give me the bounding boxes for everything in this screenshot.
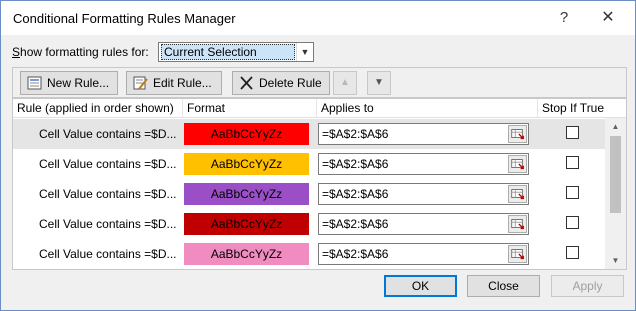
show-rules-label: Show formatting rules for: bbox=[12, 45, 149, 59]
rules-list-header: Rule (applied in order shown) Format App… bbox=[13, 99, 626, 118]
rules-toolbar: New Rule... Edit Rule... Delete Rule ▲ ▼ bbox=[12, 67, 627, 98]
range-selector-icon[interactable] bbox=[508, 215, 527, 233]
applies-to-field[interactable]: =$A$2:$A$6 bbox=[318, 213, 529, 235]
close-icon[interactable]: ✕ bbox=[591, 5, 625, 31]
format-preview: AaBbCcYyZz bbox=[184, 213, 309, 235]
move-up-button[interactable]: ▲ bbox=[333, 71, 357, 95]
applies-to-value: =$A$2:$A$6 bbox=[322, 187, 389, 201]
chevron-down-icon: ▼ bbox=[296, 43, 313, 61]
stop-if-true-checkbox[interactable] bbox=[566, 126, 579, 139]
stop-if-true-checkbox[interactable] bbox=[566, 156, 579, 169]
rule-row[interactable]: Cell Value contains =$D... AaBbCcYyZz =$… bbox=[13, 209, 605, 239]
applies-to-field[interactable]: =$A$2:$A$6 bbox=[318, 243, 529, 265]
range-selector-icon[interactable] bbox=[508, 245, 527, 263]
new-rule-icon bbox=[27, 76, 42, 90]
rule-description: Cell Value contains =$D... bbox=[39, 157, 177, 171]
stop-if-true-checkbox[interactable] bbox=[566, 246, 579, 259]
scroll-down-icon[interactable]: ▼ bbox=[605, 252, 626, 269]
range-selector-icon[interactable] bbox=[508, 155, 527, 173]
rule-description: Cell Value contains =$D... bbox=[39, 217, 177, 231]
range-selector-icon[interactable] bbox=[508, 125, 527, 143]
delete-rule-button[interactable]: Delete Rule bbox=[232, 71, 330, 95]
rule-row[interactable]: Cell Value contains =$D... AaBbCcYyZz =$… bbox=[13, 149, 605, 179]
title-bar: Conditional Formatting Rules Manager ? ✕ bbox=[1, 1, 635, 35]
dialog-title: Conditional Formatting Rules Manager bbox=[13, 11, 236, 26]
format-preview: AaBbCcYyZz bbox=[184, 183, 309, 205]
show-rules-selected-value: Current Selection bbox=[161, 44, 295, 60]
show-rules-label-text: how formatting rules for: bbox=[20, 45, 149, 59]
ok-button[interactable]: OK bbox=[384, 275, 457, 297]
delete-rule-label: Delete Rule bbox=[259, 76, 322, 90]
applies-to-value: =$A$2:$A$6 bbox=[322, 157, 389, 171]
stop-if-true-checkbox[interactable] bbox=[566, 186, 579, 199]
conditional-formatting-dialog: Conditional Formatting Rules Manager ? ✕… bbox=[0, 0, 636, 311]
edit-rule-label: Edit Rule... bbox=[153, 76, 212, 90]
edit-rule-button[interactable]: Edit Rule... bbox=[126, 71, 222, 95]
column-header-stop-if-true: Stop If True bbox=[542, 101, 605, 115]
applies-to-value: =$A$2:$A$6 bbox=[322, 127, 389, 141]
stop-if-true-checkbox[interactable] bbox=[566, 216, 579, 229]
column-header-applies-to: Applies to bbox=[317, 99, 538, 118]
format-preview: AaBbCcYyZz bbox=[184, 243, 309, 265]
applies-to-value: =$A$2:$A$6 bbox=[322, 217, 389, 231]
show-rules-dropdown[interactable]: Current Selection ▼ bbox=[158, 42, 314, 62]
rules-list: Rule (applied in order shown) Format App… bbox=[12, 98, 627, 270]
column-header-rule: Rule (applied in order shown) bbox=[13, 99, 183, 118]
rules-list-scrollbar[interactable]: ▲ ▼ bbox=[605, 118, 626, 269]
column-header-format: Format bbox=[183, 99, 317, 118]
show-rules-label-accelerator: S bbox=[12, 45, 21, 59]
applies-to-field[interactable]: =$A$2:$A$6 bbox=[318, 123, 529, 145]
scroll-thumb[interactable] bbox=[610, 136, 621, 213]
format-preview: AaBbCcYyZz bbox=[184, 153, 309, 175]
rule-description: Cell Value contains =$D... bbox=[39, 127, 177, 141]
rule-description: Cell Value contains =$D... bbox=[39, 247, 177, 261]
close-button[interactable]: Close bbox=[467, 275, 540, 297]
applies-to-value: =$A$2:$A$6 bbox=[322, 247, 389, 261]
applies-to-field[interactable]: =$A$2:$A$6 bbox=[318, 153, 529, 175]
new-rule-button[interactable]: New Rule... bbox=[20, 71, 118, 95]
move-down-button[interactable]: ▼ bbox=[367, 71, 391, 95]
scroll-up-icon[interactable]: ▲ bbox=[605, 118, 626, 135]
rule-row[interactable]: Cell Value contains =$D... AaBbCcYyZz =$… bbox=[13, 239, 605, 269]
rule-row[interactable]: Cell Value contains =$D... AaBbCcYyZz =$… bbox=[13, 179, 605, 209]
range-selector-icon[interactable] bbox=[508, 185, 527, 203]
edit-rule-icon bbox=[133, 76, 148, 90]
help-icon[interactable]: ? bbox=[547, 5, 581, 31]
apply-button[interactable]: Apply bbox=[551, 275, 624, 297]
delete-x-icon bbox=[240, 76, 253, 90]
applies-to-field[interactable]: =$A$2:$A$6 bbox=[318, 183, 529, 205]
new-rule-label: New Rule... bbox=[47, 76, 110, 90]
rule-row[interactable]: Cell Value contains =$D... AaBbCcYyZz =$… bbox=[13, 119, 605, 149]
format-preview: AaBbCcYyZz bbox=[184, 123, 309, 145]
rule-description: Cell Value contains =$D... bbox=[39, 187, 177, 201]
